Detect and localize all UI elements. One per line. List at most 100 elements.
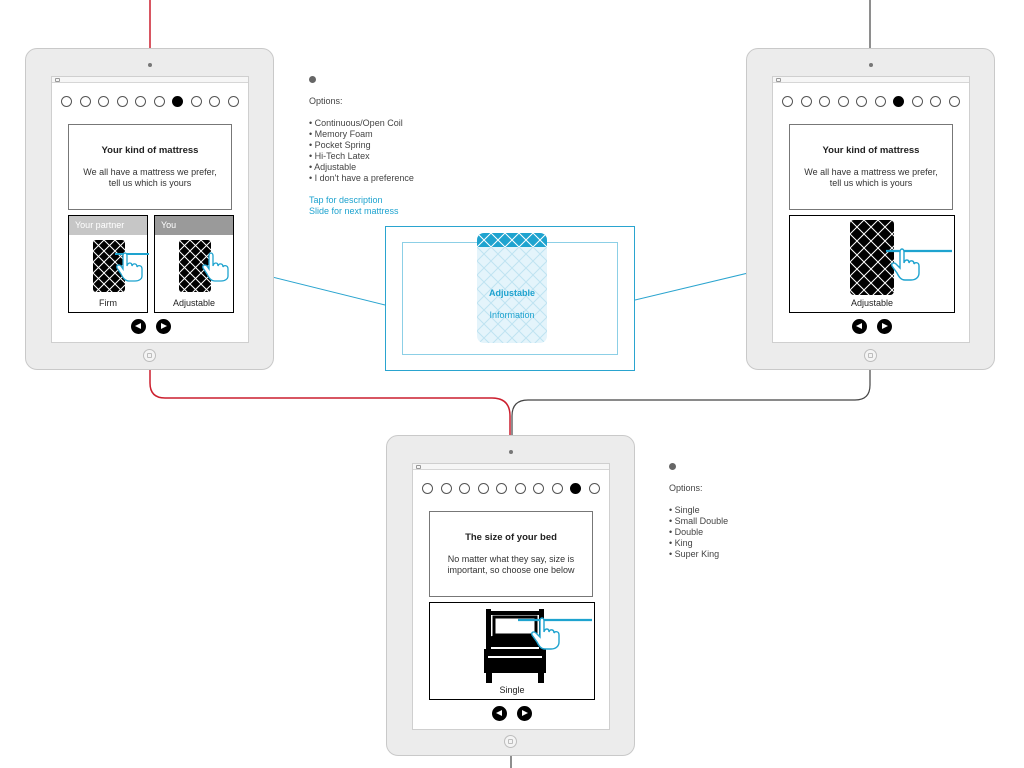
tablet-bottom: The size of your bed No matter what they…: [386, 435, 635, 756]
question-title: Your kind of mattress: [101, 145, 199, 156]
progress-dots: [782, 96, 960, 107]
question-subtitle: We all have a mattress we prefer, tell u…: [83, 167, 217, 188]
question-subtitle: No matter what they say, size is importa…: [447, 554, 575, 575]
progress-dot: [61, 96, 72, 107]
home-button-icon[interactable]: [503, 735, 517, 748]
question-box: The size of your bed No matter what they…: [429, 511, 593, 597]
progress-dot: [477, 483, 489, 494]
screen-left: Your kind of mattress We all have a matt…: [51, 76, 249, 343]
options-list: • Single • Small Double • Double • King • Su…: [669, 505, 829, 560]
list-item: Slide for next mattress: [309, 206, 399, 216]
tablet-right: Your kind of mattress We all have a matt…: [746, 48, 995, 370]
next-arrow-icon[interactable]: [877, 319, 892, 334]
step-marker-icon: [669, 463, 676, 470]
notes-mattress: Options: • Continuous/Open Coil • Memory …: [309, 76, 469, 217]
progress-dot: [459, 483, 471, 494]
home-button-icon[interactable]: [863, 349, 877, 362]
screen-right: Your kind of mattress We all have a matt…: [772, 76, 970, 343]
info-card-title: Adjustable: [488, 288, 535, 298]
list-item: Tap for description: [309, 195, 383, 205]
mattress-card[interactable]: Adjustable: [789, 215, 955, 313]
camera-icon: [868, 63, 873, 67]
progress-dot-active: [172, 96, 184, 107]
list-item: • Memory Foam: [309, 129, 373, 139]
swipe-hand-icon: [115, 252, 149, 282]
bed-size-card[interactable]: Single: [429, 602, 595, 700]
progress-dot: [98, 96, 110, 107]
status-bar: [52, 77, 248, 83]
camera-icon: [508, 450, 513, 454]
notes-heading: Options:: [309, 96, 343, 106]
progress-dot: [551, 483, 563, 494]
swipe-hand-icon: [518, 617, 592, 650]
question-box: Your kind of mattress We all have a matt…: [789, 124, 953, 210]
progress-dot: [819, 96, 831, 107]
prev-arrow-icon[interactable]: [852, 319, 867, 334]
progress-dot: [782, 96, 793, 107]
info-card-subtitle: Information: [489, 310, 535, 320]
progress-dot: [422, 483, 433, 494]
progress-dot: [440, 483, 452, 494]
progress-dot: [227, 96, 239, 107]
list-item: • Double: [669, 527, 704, 537]
options-list: • Continuous/Open Coil • Memory Foam • Poc…: [309, 118, 469, 184]
partner-tag: Your partner: [69, 216, 147, 235]
progress-dot: [533, 483, 545, 494]
mattress-info-card[interactable]: Adjustable Information: [477, 233, 547, 343]
question-subtitle: We all have a mattress we prefer, tell u…: [804, 167, 938, 188]
notes-heading: Options:: [669, 483, 703, 493]
progress-dots: [61, 96, 239, 107]
question-title: The size of your bed: [465, 532, 557, 543]
swipe-hand-icon: [202, 252, 229, 282]
prev-arrow-icon[interactable]: [492, 706, 507, 721]
progress-dot: [948, 96, 960, 107]
card-label: Firm: [99, 298, 117, 308]
progress-dot: [856, 96, 868, 107]
list-item: • Super King: [669, 549, 720, 559]
list-item: • Adjustable: [309, 162, 357, 172]
progress-dot: [514, 483, 526, 494]
next-arrow-icon[interactable]: [517, 706, 532, 721]
notes-size: Options: • Single • Small Double • Double •…: [669, 463, 829, 560]
question-box: Your kind of mattress We all have a matt…: [68, 124, 232, 210]
progress-dot: [116, 96, 128, 107]
progress-dot: [930, 96, 942, 107]
progress-dot: [800, 96, 812, 107]
camera-icon: [147, 63, 152, 67]
list-item: • I don't have a preference: [309, 173, 414, 183]
progress-dot-active: [893, 96, 905, 107]
progress-dot-active: [570, 483, 582, 494]
next-arrow-icon[interactable]: [156, 319, 171, 334]
home-button-icon[interactable]: [142, 349, 156, 362]
progress-dot: [153, 96, 165, 107]
step-marker-icon: [309, 76, 316, 83]
tablet-left: Your kind of mattress We all have a matt…: [25, 48, 274, 370]
progress-dot: [190, 96, 202, 107]
screen-bottom: The size of your bed No matter what they…: [412, 463, 610, 730]
progress-dot: [79, 96, 91, 107]
status-bar: [413, 464, 609, 470]
card-label: Single: [499, 685, 525, 695]
card-label: Adjustable: [172, 298, 216, 308]
progress-dot: [588, 483, 600, 494]
progress-dot: [911, 96, 923, 107]
mattress-card-you[interactable]: You Adjustable: [154, 215, 234, 313]
progress-dot: [837, 96, 849, 107]
prev-arrow-icon[interactable]: [131, 319, 146, 334]
list-item: • King: [669, 538, 693, 548]
you-tag: You: [155, 216, 233, 235]
list-item: • Pocket Spring: [309, 140, 371, 150]
progress-dot: [135, 96, 147, 107]
progress-dot: [209, 96, 221, 107]
list-item: • Continuous/Open Coil: [309, 118, 403, 128]
progress-dot: [874, 96, 886, 107]
description-popup: Adjustable Information: [385, 226, 635, 371]
card-label: Adjustable: [850, 298, 894, 308]
list-item: • Small Double: [669, 516, 729, 526]
hints-list: Tap for description Slide for next mattre…: [309, 195, 469, 217]
status-bar: [773, 77, 969, 83]
list-item: • Hi-Tech Latex: [309, 151, 370, 161]
mattress-card-partner[interactable]: Your partner Firm: [68, 215, 149, 313]
swipe-hand-icon: [886, 248, 952, 281]
list-item: • Single: [669, 505, 700, 515]
